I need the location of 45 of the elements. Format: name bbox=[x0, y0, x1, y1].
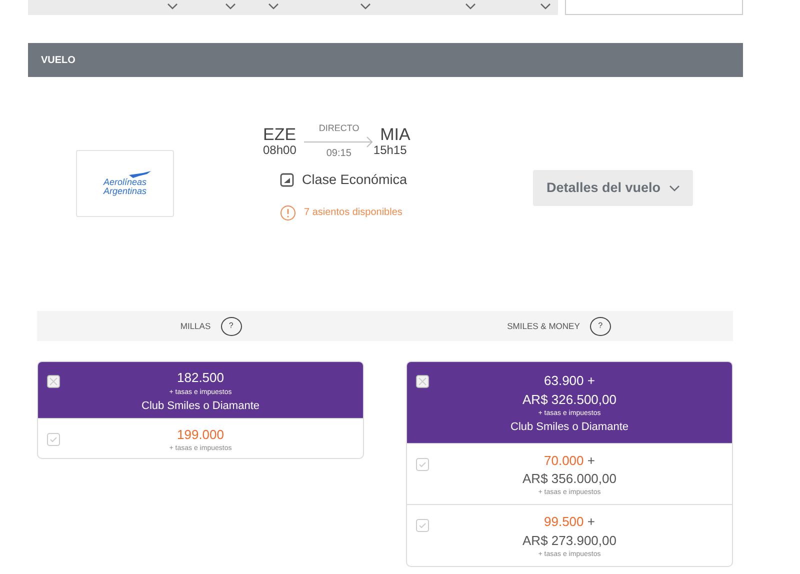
plus-sign: + bbox=[587, 452, 595, 468]
seats-available: 7 asientos disponibles bbox=[304, 206, 402, 220]
money-price: AR$ 273.900,00 bbox=[522, 532, 618, 550]
chevron-down-icon[interactable] bbox=[465, 3, 476, 10]
tier-label: Club Smiles o Diamante bbox=[140, 398, 260, 414]
cabin-class: Clase Económica bbox=[302, 170, 408, 188]
bird-logo-icon bbox=[129, 171, 151, 178]
chevron-down-icon[interactable] bbox=[225, 3, 236, 10]
plus-sign: + bbox=[587, 514, 595, 529]
checkbox-icon[interactable] bbox=[416, 458, 429, 470]
column-title: SMILES & MONEY bbox=[507, 320, 580, 332]
miles-price: 182.500 bbox=[177, 370, 224, 385]
seat-icon bbox=[280, 172, 294, 187]
miles-price: 99.500 bbox=[544, 514, 584, 529]
chevron-down-icon[interactable] bbox=[540, 3, 551, 10]
airport-code: MIA bbox=[380, 124, 410, 145]
tier-label: Club Smiles o Diamante bbox=[510, 420, 630, 434]
input-field[interactable] bbox=[565, 0, 743, 15]
duration: 09:15 bbox=[326, 146, 352, 160]
checkbox-icon[interactable] bbox=[416, 375, 429, 388]
miles-price: 70.000 bbox=[544, 452, 584, 468]
money-price: AR$ 326.500,00 bbox=[522, 390, 618, 408]
checkbox-icon[interactable] bbox=[416, 519, 429, 532]
flight-details-button[interactable]: Detalles del vuelo bbox=[533, 170, 693, 206]
departure-time: 08h00 bbox=[263, 142, 296, 159]
warning-icon bbox=[280, 204, 296, 221]
chevron-down-icon bbox=[668, 184, 680, 192]
airport-code: EZE bbox=[263, 124, 296, 145]
airline-name: Aerolíneas Argentinas bbox=[102, 178, 148, 196]
section-header: VUELO bbox=[28, 43, 743, 77]
chevron-down-icon[interactable] bbox=[268, 3, 279, 10]
column-title: MILLAS bbox=[180, 320, 211, 332]
miles-price: 199.000 bbox=[177, 426, 224, 442]
chevron-down-icon[interactable] bbox=[360, 3, 371, 10]
money-price: AR$ 356.000,00 bbox=[522, 470, 618, 488]
chevron-down-icon[interactable] bbox=[167, 3, 178, 10]
checkbox-icon[interactable] bbox=[47, 375, 60, 388]
help-button[interactable]: ? bbox=[590, 316, 611, 336]
checkbox-icon[interactable] bbox=[47, 432, 60, 446]
arrow-icon bbox=[304, 136, 374, 148]
stops-label: DIRECTO bbox=[318, 122, 360, 135]
miles-price: 63.900 bbox=[544, 373, 584, 388]
help-button[interactable]: ? bbox=[220, 316, 242, 336]
arrival-time: 15h15 bbox=[373, 142, 407, 159]
plus-sign: + bbox=[587, 373, 595, 388]
